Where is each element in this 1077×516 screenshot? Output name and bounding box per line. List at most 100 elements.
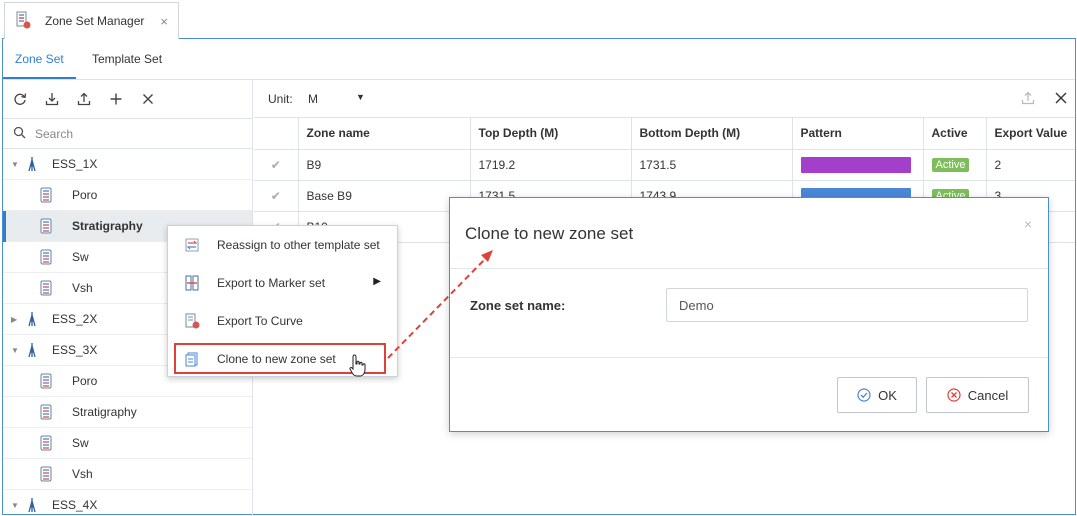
chevron-right-icon[interactable]: ▶ (11, 315, 19, 324)
close-tab-icon[interactable]: × (160, 14, 168, 29)
tree-zone-node[interactable]: Sw (3, 428, 252, 459)
zone-set-icon (40, 466, 52, 482)
zone-set-name-input[interactable] (666, 288, 1028, 322)
column-header-zone-name[interactable]: Zone name (298, 118, 471, 150)
dialog-close-icon[interactable]: × (1024, 216, 1032, 232)
search-box[interactable]: Search (3, 119, 252, 149)
cancel-circle-icon (947, 388, 961, 402)
menu-item-export-marker-set[interactable]: Export to Marker set ▶ (168, 264, 397, 302)
active-cell: Active (923, 149, 987, 181)
zone-set-icon (40, 187, 52, 203)
zone-set-icon (40, 218, 52, 234)
document-tab[interactable]: Zone Set Manager × (4, 2, 179, 39)
column-header-active[interactable]: Active (923, 118, 987, 150)
reassign-icon (183, 236, 201, 254)
table-header-row: Zone name Top Depth (M) Bottom Depth (M)… (254, 118, 1075, 150)
submenu-arrow-icon: ▶ (373, 276, 381, 287)
dialog-title: Clone to new zone set (465, 224, 634, 243)
divider (450, 357, 1048, 358)
check-circle-icon (857, 388, 871, 402)
menu-item-label: Export To Curve (217, 314, 303, 328)
column-header-pattern[interactable]: Pattern (792, 118, 924, 150)
bottom-depth-cell: 1731.5 (631, 149, 793, 181)
right-toolbar: Unit: M ▼ (254, 80, 1075, 118)
menu-item-export-to-curve[interactable]: Export To Curve (168, 302, 397, 340)
tree-node-label: ESS_2X (52, 312, 98, 326)
tree-node-label: Vsh (72, 467, 93, 481)
tab-zone-set[interactable]: Zone Set (3, 39, 76, 79)
well-icon (27, 497, 37, 513)
tree-node-label: Stratigraphy (72, 219, 143, 233)
chevron-down-icon[interactable]: ▼ (11, 160, 19, 169)
zone-set-manager-icon (15, 11, 31, 32)
pattern-cell (792, 149, 924, 181)
divider (450, 268, 1048, 269)
tree-well-node[interactable]: ▼ ESS_4X (3, 490, 252, 515)
cancel-label: Cancel (967, 387, 1009, 403)
tree-zone-node[interactable]: Stratigraphy (3, 397, 252, 428)
clone-icon (183, 350, 201, 368)
upload-icon[interactable] (1021, 91, 1035, 108)
context-menu: Reassign to other template set Export to… (167, 225, 398, 377)
tree-zone-node[interactable]: Poro (3, 180, 252, 211)
tree-node-label: ESS_4X (52, 498, 98, 512)
import-icon[interactable] (44, 91, 60, 107)
tree-well-node[interactable]: ▼ ESS_1X (3, 149, 252, 180)
menu-item-label: Export to Marker set (217, 276, 326, 290)
export-value-cell: 2 (986, 149, 1075, 181)
table-row[interactable]: ✔ B9 1719.2 1731.5 Active 2 (254, 149, 1075, 181)
zone-name-cell: B9 (298, 149, 471, 181)
menu-item-label: Clone to new zone set (217, 352, 336, 366)
zone-set-icon (40, 373, 52, 389)
zone-set-icon (40, 280, 52, 296)
zone-name-cell: Base B9 (298, 180, 471, 212)
tree-node-label: ESS_3X (52, 343, 98, 357)
tab-template-set[interactable]: Template Set (92, 39, 162, 79)
menu-item-clone-to-new-zone-set[interactable]: Clone to new zone set (168, 340, 397, 378)
unit-label: Unit: (268, 92, 293, 106)
column-header-top-depth[interactable]: Top Depth (M) (470, 118, 632, 150)
unit-select[interactable]: M (308, 92, 318, 106)
search-icon (13, 126, 26, 142)
zone-set-icon (40, 404, 52, 420)
chevron-down-icon[interactable]: ▼ (11, 346, 19, 355)
tree-node-label: Vsh (72, 281, 93, 295)
column-header-export-value[interactable]: Export Value (986, 118, 1075, 150)
row-check-icon: ✔ (254, 149, 299, 181)
sub-tabs: Zone Set Template Set (3, 39, 1075, 80)
pattern-swatch[interactable] (800, 156, 911, 173)
menu-item-reassign[interactable]: Reassign to other template set (168, 226, 397, 264)
well-icon (27, 311, 37, 327)
zone-set-icon (40, 435, 52, 451)
search-input[interactable]: Search (35, 127, 73, 141)
add-icon[interactable] (108, 91, 124, 107)
ok-button[interactable]: OK (837, 377, 917, 413)
well-icon (27, 342, 37, 358)
marker-export-icon (183, 274, 201, 292)
tree-node-label: Stratigraphy (72, 405, 137, 419)
curve-export-icon (183, 312, 201, 330)
tree-node-label: Poro (72, 188, 98, 202)
chevron-down-icon[interactable]: ▼ (356, 92, 365, 102)
tree-node-label: Sw (72, 436, 89, 450)
delete-icon[interactable] (140, 91, 156, 107)
menu-item-label: Reassign to other template set (217, 238, 380, 252)
well-icon (27, 156, 37, 172)
zone-set-name-label: Zone set name: (470, 298, 566, 313)
document-tab-title: Zone Set Manager (45, 14, 145, 28)
tree-node-label: Poro (72, 374, 98, 388)
export-icon[interactable] (76, 91, 92, 107)
tree-node-label: Sw (72, 250, 89, 264)
top-depth-cell: 1719.2 (470, 149, 632, 181)
clone-zone-set-dialog: Clone to new zone set × Zone set name: O… (449, 197, 1049, 432)
cancel-button[interactable]: Cancel (926, 377, 1029, 413)
zone-set-icon (40, 249, 52, 265)
tree-zone-node[interactable]: Vsh (3, 459, 252, 490)
ok-label: OK (878, 387, 897, 403)
tree-node-label: ESS_1X (52, 157, 98, 171)
column-header-bottom-depth[interactable]: Bottom Depth (M) (631, 118, 793, 150)
close-panel-icon[interactable] (1054, 91, 1068, 108)
active-badge[interactable]: Active (931, 158, 970, 172)
chevron-down-icon[interactable]: ▼ (11, 501, 19, 510)
refresh-icon[interactable] (12, 91, 28, 107)
